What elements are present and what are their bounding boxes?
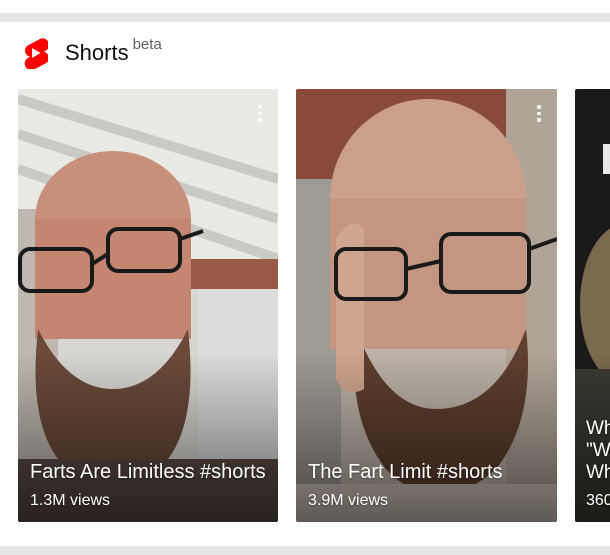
shelf-title[interactable]: Shorts <box>65 42 129 64</box>
video-title[interactable]: Farts Are Limitless #shorts <box>30 460 266 484</box>
shorts-shelf-header: Shorts beta <box>22 35 162 69</box>
view-count: 1.3M views <box>30 492 111 509</box>
shorts-video-card[interactable]: Farts Are Limitless #shorts 1.3M views <box>18 89 278 522</box>
section-divider-bottom <box>0 546 610 555</box>
view-count: 360 <box>586 492 610 509</box>
more-options-icon[interactable] <box>258 105 262 123</box>
view-count: 3.9M views <box>308 492 389 509</box>
video-title[interactable]: The Fart Limit #shorts <box>308 460 545 484</box>
video-title[interactable]: Wh "W Wh <box>586 418 610 484</box>
more-options-icon[interactable] <box>537 105 541 123</box>
beta-badge: beta <box>132 35 162 53</box>
youtube-shorts-icon <box>24 38 48 69</box>
shorts-video-card[interactable]: The Fart Limit #shorts 3.9M views <box>296 89 557 522</box>
shorts-video-card[interactable]: Wh "W Wh 360 <box>575 89 610 522</box>
section-divider-top <box>0 13 610 22</box>
